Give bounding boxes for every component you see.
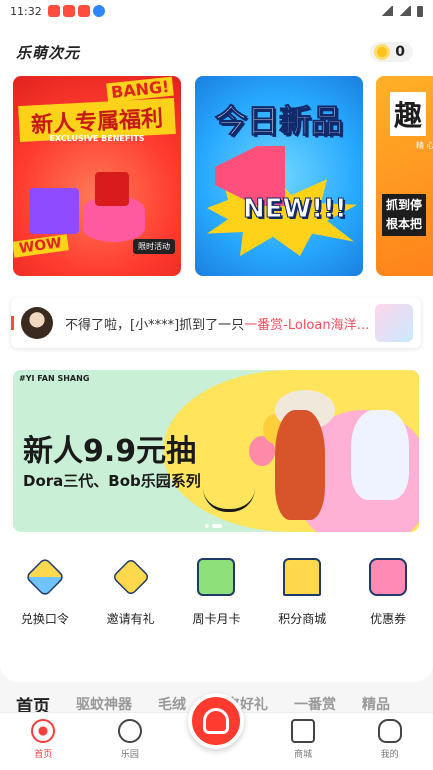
banner-title: 新人9.9元抽 bbox=[23, 434, 197, 469]
coin-icon bbox=[374, 44, 391, 60]
feature-label: 积分商城 bbox=[278, 612, 327, 626]
nav-park[interactable]: 乐园 bbox=[87, 713, 174, 770]
coin-count: 0 bbox=[395, 44, 405, 60]
gift-box-icon bbox=[29, 188, 79, 234]
coin-balance[interactable]: 0 bbox=[370, 42, 413, 62]
notification-icon bbox=[62, 5, 75, 17]
nav-label: 我的 bbox=[380, 750, 399, 760]
promo-carousel: BANG! 新人专属福利 EXCLUSIVE BENEFITS WOW 限时活动… bbox=[13, 76, 433, 276]
week-month-card-icon bbox=[197, 558, 236, 596]
tab-ichiban[interactable]: 一番赏 bbox=[294, 694, 336, 714]
ticker-text: 不得了啦，[小****]抓到了一只一番赏-Loloan海洋… bbox=[65, 314, 369, 333]
toy-figure bbox=[275, 410, 325, 520]
feature-label: 兑换口令 bbox=[20, 612, 69, 626]
feature-label: 优惠券 bbox=[370, 612, 407, 626]
nav-profile[interactable]: 我的 bbox=[346, 713, 433, 770]
promo-card-new-user[interactable]: BANG! 新人专属福利 EXCLUSIVE BENEFITS WOW 限时活动 bbox=[13, 76, 181, 276]
bottom-nav: 首页 乐园 商城 我的 bbox=[0, 693, 433, 770]
feature-invite[interactable]: 邀请有礼 bbox=[91, 557, 171, 638]
carousel-dot bbox=[205, 524, 209, 528]
lottery-machine-icon bbox=[203, 708, 230, 734]
card-new-label: NEW!!! bbox=[243, 194, 348, 225]
lottery-button[interactable] bbox=[188, 693, 245, 749]
promo-card-fun[interactable]: 趣 精 心 抓到停 根本把 bbox=[376, 76, 433, 276]
card-subtitle: EXCLUSIVE BENEFITS bbox=[49, 134, 145, 143]
invite-gift-icon bbox=[111, 557, 151, 597]
feature-label: 邀请有礼 bbox=[106, 612, 155, 626]
avatar bbox=[21, 307, 53, 339]
feature-coupon[interactable]: 优惠券 bbox=[348, 558, 428, 638]
card-title: 趣 bbox=[390, 92, 427, 136]
carousel-dot bbox=[212, 524, 222, 528]
notification-icon bbox=[77, 5, 90, 17]
nav-label: 首页 bbox=[34, 750, 53, 760]
nav-lottery[interactable] bbox=[173, 693, 260, 770]
prize-thumbnail bbox=[375, 304, 413, 342]
winner-ticker[interactable]: 不得了啦，[小****]抓到了一只一番赏-Loloan海洋… bbox=[11, 298, 421, 348]
shop-icon bbox=[291, 719, 316, 743]
feature-week-month-card[interactable]: 周卡月卡 bbox=[176, 558, 256, 638]
notification-icon bbox=[47, 5, 60, 17]
ticker-prize: 一番赏-Loloan海洋… bbox=[244, 317, 369, 333]
limited-time-badge: 限时活动 bbox=[133, 239, 175, 254]
status-bar: 11:32 bbox=[0, 0, 433, 22]
feature-points-mall[interactable]: 积分商城 bbox=[262, 558, 342, 638]
ticker-message: 不得了啦，[小****]抓到了一只 bbox=[65, 317, 245, 333]
home-planet-icon bbox=[31, 719, 56, 743]
card-lines: 抓到停 根本把 bbox=[382, 194, 427, 237]
status-time: 11:32 bbox=[10, 4, 42, 18]
nav-label: 商城 bbox=[294, 750, 313, 760]
feature-exchange-code[interactable]: 兑换口令 bbox=[5, 556, 85, 638]
wifi-icon bbox=[381, 6, 393, 16]
red-envelope-icon bbox=[95, 172, 129, 206]
nav-label: 乐园 bbox=[120, 750, 139, 760]
signal-icon bbox=[399, 6, 411, 16]
card-wow-label: WOW bbox=[13, 234, 69, 258]
tab-plush[interactable]: 毛绒 bbox=[158, 694, 186, 714]
coupon-icon bbox=[369, 558, 408, 596]
park-icon bbox=[117, 719, 142, 743]
card-title: 今日新品 bbox=[214, 102, 343, 141]
header: 乐萌次元 0 bbox=[16, 42, 413, 62]
new-user-banner[interactable]: #YI FAN SHANG 新人9.9元抽 Dora三代、Bob乐园系列 bbox=[13, 370, 419, 532]
tab-featured[interactable]: 精品 bbox=[362, 694, 390, 714]
promo-card-new-items[interactable]: 今日新品 NEW!!! bbox=[195, 76, 363, 276]
feature-label: 周卡月卡 bbox=[192, 612, 241, 626]
nav-home[interactable]: 首页 bbox=[0, 713, 87, 770]
exchange-code-icon bbox=[24, 556, 66, 598]
card-subtitle: 精 心 bbox=[416, 141, 433, 150]
banner-tag: #YI FAN SHANG bbox=[19, 374, 90, 383]
toy-figure bbox=[351, 410, 409, 500]
profile-icon bbox=[377, 719, 402, 743]
ticker-marker bbox=[11, 316, 14, 330]
notification-icon bbox=[92, 5, 105, 17]
carousel-indicator bbox=[205, 524, 222, 528]
points-mall-icon bbox=[283, 558, 322, 596]
app-title: 乐萌次元 bbox=[16, 43, 81, 62]
banner-subtitle: Dora三代、Bob乐园系列 bbox=[23, 472, 201, 490]
battery-icon bbox=[417, 5, 423, 17]
tab-mosquito[interactable]: 驱蚊神器 bbox=[76, 694, 132, 714]
nav-shop[interactable]: 商城 bbox=[260, 713, 347, 770]
feature-shortcuts: 兑换口令 邀请有礼 周卡月卡 积分商城 优惠券 bbox=[0, 556, 433, 638]
